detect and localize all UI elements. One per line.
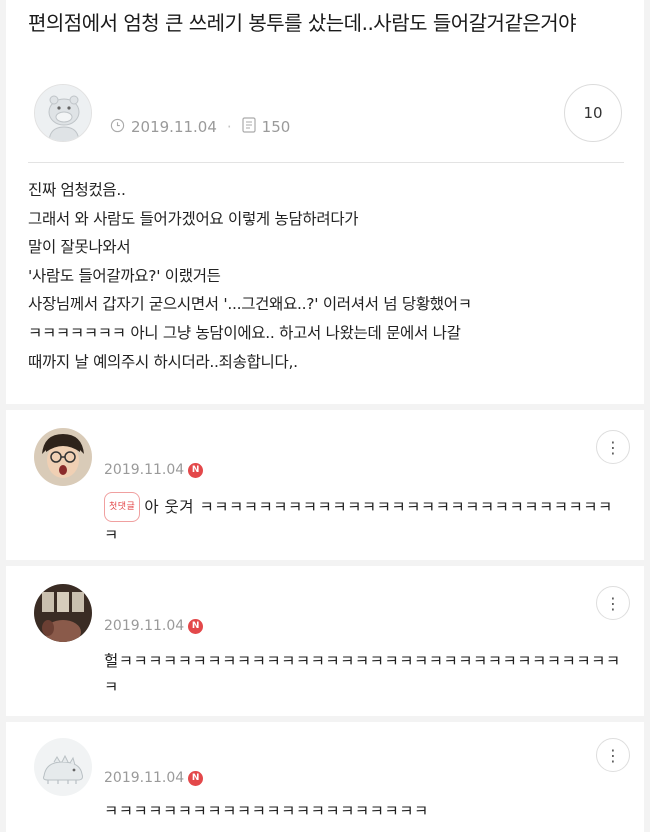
comment-text: 헐ㅋㅋㅋㅋㅋㅋㅋㅋㅋㅋㅋㅋㅋㅋㅋㅋㅋㅋㅋㅋㅋㅋㅋㅋㅋㅋㅋㅋㅋㅋㅋㅋㅋㅋㅋ	[104, 652, 621, 696]
body-line: 말이 잘못나와서	[28, 238, 131, 257]
commenter-avatar[interactable]	[34, 738, 92, 796]
comment-item: 2019.11.04 N ⋮ 헐ㅋㅋㅋㅋㅋㅋㅋㅋㅋㅋㅋㅋㅋㅋㅋㅋㅋㅋㅋㅋㅋㅋㅋㅋ…	[6, 566, 644, 716]
body-line: ㅋㅋㅋㅋㅋㅋㅋ 아니 그냥 농담이에요.. 하고서 나왔는데 문에서 나갈	[28, 323, 461, 342]
body-line: '사람도 들어갈까요?' 이랬거든	[28, 266, 221, 285]
more-vertical-icon[interactable]: ⋮	[596, 738, 630, 772]
body-line: 사장님께서 갑자기 굳으시면서 '...그건왜요..?' 이러셔서 넘 당황했어…	[28, 295, 472, 314]
post-date: 2019.11.04	[131, 118, 217, 136]
comment-count-button[interactable]: 10	[564, 84, 622, 142]
comment-date-text: 2019.11.04	[104, 462, 185, 478]
photo-avatar-icon	[34, 584, 92, 642]
person-avatar-icon	[34, 428, 92, 486]
post-title: 편의점에서 엄청 큰 쓰레기 봉투를 샀는데..사람도 들어갈거같은거야	[28, 11, 577, 35]
comment-item: 2019.11.04 N ⋮ ㅋㅋㅋㅋㅋㅋㅋㅋㅋㅋㅋㅋㅋㅋㅋㅋㅋㅋㅋㅋㅋㅋ	[6, 722, 644, 832]
post-card: 편의점에서 엄청 큰 쓰레기 봉투를 샀는데..사람도 들어갈거같은거야 201…	[6, 0, 644, 404]
comment-date: 2019.11.04 N	[104, 462, 204, 478]
new-badge: N	[188, 618, 204, 634]
view-count: 150	[261, 118, 291, 136]
comment-date: 2019.11.04 N	[104, 770, 204, 786]
commenter-avatar[interactable]	[34, 584, 92, 642]
comment-text: 아 웃겨 ㅋㅋㅋㅋㅋㅋㅋㅋㅋㅋㅋㅋㅋㅋㅋㅋㅋㅋㅋㅋㅋㅋㅋㅋㅋㅋㅋㅋㅋ	[104, 498, 613, 544]
comment-text: ㅋㅋㅋㅋㅋㅋㅋㅋㅋㅋㅋㅋㅋㅋㅋㅋㅋㅋㅋㅋㅋㅋ	[104, 802, 429, 820]
body-line: 진짜 엄청컸음..	[28, 181, 126, 199]
hippo-avatar-icon	[35, 85, 91, 141]
comment-date: 2019.11.04 N	[104, 618, 204, 634]
comment-date-text: 2019.11.04	[104, 618, 185, 634]
author-avatar[interactable]	[34, 84, 92, 142]
more-vertical-icon[interactable]: ⋮	[596, 430, 630, 464]
post-body: 진짜 엄청컸음.. 그래서 와 사람도 들어가겠어요 이렇게 농담하려다가 말이…	[28, 176, 628, 376]
commenter-avatar[interactable]	[34, 428, 92, 486]
comment-item: 2019.11.04 N ⋮ 첫댓글 아 웃겨 ㅋㅋㅋㅋㅋㅋㅋㅋㅋㅋㅋㅋㅋㅋㅋㅋㅋ…	[6, 410, 644, 560]
new-badge: N	[188, 462, 204, 478]
comment-date-text: 2019.11.04	[104, 770, 185, 786]
body-line: 그래서 와 사람도 들어가겠어요 이렇게 농담하려다가	[28, 209, 359, 228]
post-meta: 2019.11.04 · 150	[110, 116, 290, 138]
divider	[28, 162, 624, 163]
document-icon	[242, 117, 256, 137]
more-vertical-icon[interactable]: ⋮	[596, 586, 630, 620]
meta-separator: ·	[226, 118, 232, 136]
comment-text-block: 첫댓글 아 웃겨 ㅋㅋㅋㅋㅋㅋㅋㅋㅋㅋㅋㅋㅋㅋㅋㅋㅋㅋㅋㅋㅋㅋㅋㅋㅋㅋㅋㅋㅋ	[104, 492, 624, 548]
clock-icon	[110, 118, 125, 137]
new-badge: N	[188, 770, 204, 786]
dinosaur-avatar-icon	[34, 738, 92, 796]
body-line: 때까지 날 예의주시 하시더라..죄송합니다,.	[28, 352, 298, 371]
first-comment-badge: 첫댓글	[104, 492, 141, 522]
